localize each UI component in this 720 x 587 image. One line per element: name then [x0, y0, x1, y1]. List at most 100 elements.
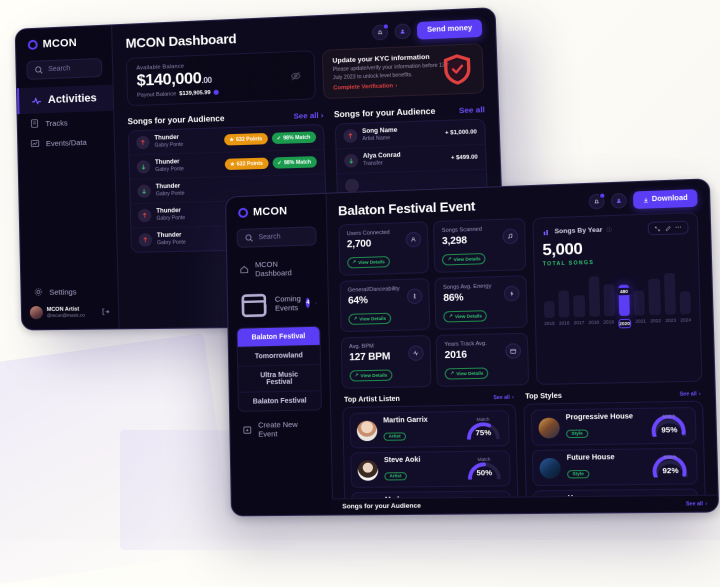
stat-card-songs-avg-energy: Songs Avg. Energy 86% ↗View Details [435, 275, 528, 330]
chart-bar-column[interactable] [573, 272, 585, 318]
chart-bar-column[interactable] [663, 269, 675, 315]
match-gauge: Match75% [464, 416, 502, 441]
send-money-label: Send money [427, 25, 472, 34]
chart-bar-column[interactable] [648, 269, 660, 315]
list-item[interactable]: Progressive HouseStyle Match95% [531, 407, 697, 446]
eye-off-icon[interactable] [290, 70, 302, 82]
search-input[interactable]: Search [26, 58, 102, 80]
chart-x-tick: 2023 [665, 318, 676, 328]
view-details-button[interactable]: ↗View Details [442, 252, 486, 265]
kyc-card: Update your KYC information Please updat… [322, 43, 485, 99]
send-money-button[interactable]: Send money [417, 19, 482, 39]
chart-x-tick: 2020 [618, 319, 631, 329]
user-profile[interactable]: MCON Artist @mcon@music.co [22, 301, 119, 324]
chart-bar-column[interactable]: 480 [618, 270, 630, 316]
style-tag: Style [566, 429, 588, 438]
search-placeholder: Search [258, 233, 280, 241]
section-title: Songs for your Audience [127, 114, 224, 126]
chart-bar-column[interactable] [558, 272, 570, 318]
chart-bar[interactable] [558, 290, 569, 317]
view-details-button[interactable]: ↗View Details [350, 369, 393, 381]
chart-bar[interactable] [544, 301, 555, 318]
chart-bar-column[interactable] [543, 272, 555, 317]
artist-name: Martin Garrix [383, 417, 428, 425]
chart-bar[interactable] [634, 291, 646, 316]
amount-value: + $1,000.00 [445, 129, 477, 136]
trend-up-icon [343, 129, 357, 143]
arrow-icon: ↗ [448, 256, 452, 262]
edit-icon[interactable] [664, 225, 671, 231]
energy-icon [504, 286, 520, 302]
event-item-tomorrowland[interactable]: Tomorrowland [238, 345, 320, 366]
see-all-link[interactable]: See all › [293, 110, 323, 120]
brand-logo: MCON [226, 194, 326, 228]
notifications-button[interactable] [588, 194, 604, 210]
sidebar-item-events-data[interactable]: Events/Data [18, 131, 114, 154]
activity-icon [31, 95, 42, 106]
chart-bar[interactable] [573, 295, 584, 317]
background-shape-left [0, 333, 234, 587]
list-item[interactable]: Martin Garrix Artist Match75% [349, 410, 509, 448]
view-details-button[interactable]: ↗View Details [347, 256, 390, 268]
stat-card-avg-bpm: Avg. BPM 127 BPM ↗View Details [341, 335, 432, 389]
arrow-icon: ↗ [449, 313, 453, 319]
chart-bar[interactable] [648, 278, 660, 315]
style-thumbnail [539, 457, 561, 478]
list-item[interactable]: Steve AokiArtist Match50% [350, 450, 510, 488]
expand-icon[interactable] [654, 225, 661, 231]
match-badge: ✓98% Match [271, 131, 315, 144]
chart-bar[interactable] [664, 273, 676, 315]
search-input[interactable]: Search [236, 226, 316, 248]
chart-bar-column[interactable] [679, 268, 691, 314]
download-button[interactable]: Download [632, 189, 697, 209]
arrow-icon: ↗ [450, 370, 454, 376]
sidebar-item-coming-events[interactable]: Coming Events 4 [228, 281, 329, 326]
trend-up-icon [136, 136, 150, 150]
see-all-link[interactable]: See all [459, 105, 485, 115]
event-item-ultra-music-festival[interactable]: Ultra Music Festival [238, 364, 321, 392]
chart-bar-column[interactable] [588, 271, 600, 317]
view-details-button[interactable]: ↗View Details [444, 310, 488, 322]
user-avatar-button[interactable] [610, 193, 626, 209]
chart-bar[interactable] [679, 291, 691, 314]
see-all-link[interactable]: See all› [680, 391, 701, 398]
create-new-event-button[interactable]: Create New Event [230, 415, 331, 445]
sidebar-item-activities[interactable]: Activities [17, 85, 113, 115]
trend-up-icon [138, 209, 152, 223]
more-options-icon[interactable]: ⋯ [675, 224, 682, 231]
style-name: Future House [567, 454, 615, 462]
sidebar-item-settings[interactable]: Settings [21, 281, 118, 303]
front-top-actions: Download [588, 189, 698, 210]
match-gauge: Match50% [465, 456, 503, 481]
chart-info-icon[interactable]: ⓘ [607, 226, 613, 233]
shield-check-icon [441, 53, 475, 86]
chart-bar-column[interactable] [603, 271, 615, 317]
available-balance-card: Available Balance $140,000.00 Payout Bal… [126, 50, 316, 106]
stat-card-years-track-avg: Years Track Avg. 2016 ↗View Details [436, 333, 529, 387]
chart-bar-column[interactable] [633, 270, 645, 316]
chart-header: Songs By Year ⓘ ⋯ [542, 221, 689, 239]
see-all-link[interactable]: See all› [493, 394, 514, 401]
user-avatar-button[interactable] [395, 23, 412, 39]
chart-bar-tooltip: 480 [617, 288, 632, 296]
list-item[interactable]: Future HouseStyle Match92% [532, 448, 698, 486]
avatar [357, 420, 378, 441]
search-placeholder: Search [48, 65, 70, 73]
see-all-link[interactable]: See all › [686, 501, 707, 507]
artist-tag: Artist [383, 432, 405, 440]
event-item-balaton-festival-2[interactable]: Balaton Festival [239, 391, 321, 412]
chart-bar[interactable] [588, 276, 600, 316]
chevron-up-icon[interactable] [315, 299, 318, 306]
style-tag: Style [567, 469, 589, 478]
view-details-button[interactable]: ↗View Details [445, 367, 489, 379]
logout-icon[interactable] [101, 307, 110, 316]
match-value: 50% [476, 467, 492, 476]
event-item-balaton-festival[interactable]: Balaton Festival [237, 327, 319, 347]
chart-bar[interactable]: 480 [618, 284, 630, 315]
download-icon [642, 197, 649, 203]
view-details-button[interactable]: ↗View Details [348, 312, 391, 324]
artist-name: Steve Aoki [384, 457, 421, 465]
chart-bar[interactable] [603, 284, 615, 317]
notifications-button[interactable] [372, 24, 388, 40]
sidebar-item-mcon-dashboard[interactable]: MCON Dashboard [227, 253, 327, 284]
